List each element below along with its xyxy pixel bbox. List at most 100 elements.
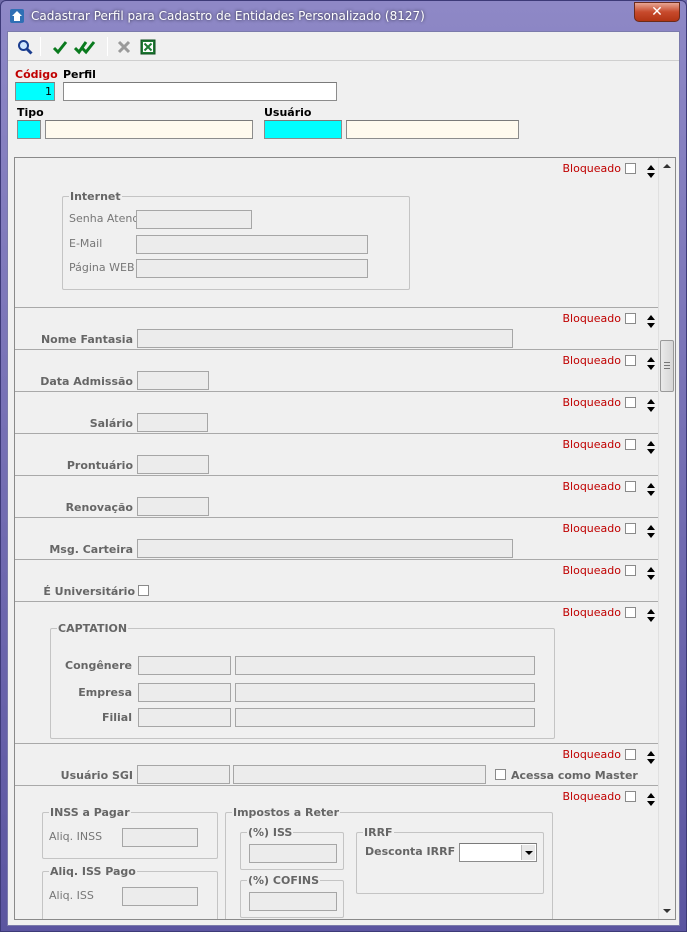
search-button[interactable]	[15, 37, 35, 57]
msg-carteira-field[interactable]	[137, 539, 513, 558]
move-up-icon[interactable]	[647, 357, 655, 362]
cofins-field[interactable]	[249, 892, 337, 911]
reorder-arrows[interactable]	[646, 749, 656, 767]
move-down-icon[interactable]	[647, 173, 655, 178]
blocked-toggle[interactable]: Bloqueado	[562, 162, 636, 175]
reorder-arrows[interactable]	[646, 481, 656, 499]
blocked-checkbox[interactable]	[625, 565, 636, 576]
senha-field[interactable]	[136, 210, 252, 229]
scroll-down-icon[interactable]	[663, 909, 671, 913]
move-down-icon[interactable]	[647, 407, 655, 412]
blocked-toggle[interactable]: Bloqueado	[562, 480, 636, 493]
move-up-icon[interactable]	[647, 793, 655, 798]
usuario-sgi-name-field[interactable]	[233, 765, 486, 784]
blocked-checkbox[interactable]	[625, 397, 636, 408]
acessa-master-checkbox[interactable]	[495, 769, 506, 780]
move-down-icon[interactable]	[647, 617, 655, 622]
reorder-arrows[interactable]	[646, 565, 656, 583]
renovacao-field[interactable]	[137, 497, 209, 516]
move-down-icon[interactable]	[647, 449, 655, 454]
move-down-icon[interactable]	[647, 759, 655, 764]
scroll-up-icon[interactable]	[663, 164, 671, 168]
title-bar[interactable]: Cadastrar Perfil para Cadastro de Entida…	[1, 1, 686, 31]
blocked-toggle[interactable]: Bloqueado	[562, 438, 636, 451]
confirm-button[interactable]	[50, 37, 70, 57]
blocked-checkbox[interactable]	[625, 481, 636, 492]
move-down-icon[interactable]	[647, 533, 655, 538]
move-up-icon[interactable]	[647, 751, 655, 756]
move-up-icon[interactable]	[647, 525, 655, 530]
congenere-name-field[interactable]	[235, 656, 535, 675]
reorder-arrows[interactable]	[646, 397, 656, 415]
desconta-irrf-select[interactable]	[459, 843, 537, 862]
web-field[interactable]	[136, 259, 368, 278]
move-down-icon[interactable]	[647, 575, 655, 580]
aliq-inss-field[interactable]	[122, 828, 198, 847]
perfil-field[interactable]	[63, 82, 337, 101]
aliq-iss-field[interactable]	[122, 887, 198, 906]
blocked-toggle[interactable]: Bloqueado	[562, 564, 636, 577]
prontuario-field[interactable]	[137, 455, 209, 474]
move-down-icon[interactable]	[647, 491, 655, 496]
congenere-code-field[interactable]	[138, 656, 231, 675]
blocked-toggle[interactable]: Bloqueado	[562, 522, 636, 535]
salario-field[interactable]	[137, 413, 208, 432]
nome-fantasia-field[interactable]	[137, 329, 513, 348]
blocked-checkbox[interactable]	[625, 791, 636, 802]
email-field[interactable]	[136, 235, 368, 254]
blocked-checkbox[interactable]	[625, 607, 636, 618]
reorder-arrows[interactable]	[646, 439, 656, 457]
usuario-sgi-code-field[interactable]	[137, 765, 230, 784]
iss-field[interactable]	[249, 844, 337, 863]
reorder-arrows[interactable]	[646, 791, 656, 809]
fields-scroll-panel[interactable]: Bloqueado Internet Senha Atend. E-Mail P…	[14, 157, 676, 920]
blocked-checkbox[interactable]	[625, 355, 636, 366]
tipo-description-field[interactable]	[45, 120, 253, 139]
blocked-checkbox[interactable]	[625, 313, 636, 324]
filial-code-field[interactable]	[138, 708, 231, 727]
captation-group: CAPTATION Congênere Empresa Filial	[50, 622, 555, 739]
reorder-arrows[interactable]	[646, 523, 656, 541]
blocked-checkbox[interactable]	[625, 523, 636, 534]
move-up-icon[interactable]	[647, 567, 655, 572]
move-down-icon[interactable]	[647, 365, 655, 370]
move-up-icon[interactable]	[647, 315, 655, 320]
move-down-icon[interactable]	[647, 801, 655, 806]
usuario-code-field[interactable]	[264, 120, 342, 139]
chevron-down-icon[interactable]	[521, 845, 535, 860]
usuario-name-field[interactable]	[346, 120, 519, 139]
move-up-icon[interactable]	[647, 609, 655, 614]
cancel-button[interactable]	[114, 37, 134, 57]
prontuario-label: Prontuário	[66, 459, 133, 472]
filial-name-field[interactable]	[235, 708, 535, 727]
vertical-scrollbar[interactable]	[658, 158, 675, 919]
codigo-field[interactable]: 1	[15, 82, 55, 101]
excel-export-button[interactable]	[138, 37, 158, 57]
blocked-toggle[interactable]: Bloqueado	[562, 312, 636, 325]
move-up-icon[interactable]	[647, 165, 655, 170]
blocked-toggle[interactable]: Bloqueado	[562, 396, 636, 409]
reorder-arrows[interactable]	[646, 355, 656, 373]
close-button[interactable]: ✕	[634, 2, 680, 22]
move-up-icon[interactable]	[647, 483, 655, 488]
tipo-code-field[interactable]	[17, 120, 41, 139]
move-down-icon[interactable]	[647, 323, 655, 328]
reorder-arrows[interactable]	[646, 313, 656, 331]
data-admissao-field[interactable]	[137, 371, 209, 390]
blocked-toggle[interactable]: Bloqueado	[562, 748, 636, 761]
blocked-toggle[interactable]: Bloqueado	[562, 790, 636, 803]
blocked-checkbox[interactable]	[625, 439, 636, 450]
move-up-icon[interactable]	[647, 399, 655, 404]
reorder-arrows[interactable]	[646, 163, 656, 181]
confirm-all-button[interactable]	[73, 37, 97, 57]
blocked-checkbox[interactable]	[625, 749, 636, 760]
empresa-code-field[interactable]	[138, 683, 231, 702]
blocked-toggle[interactable]: Bloqueado	[562, 606, 636, 619]
reorder-arrows[interactable]	[646, 607, 656, 625]
universitario-checkbox[interactable]	[138, 585, 149, 596]
blocked-checkbox[interactable]	[625, 163, 636, 174]
blocked-toggle[interactable]: Bloqueado	[562, 354, 636, 367]
empresa-name-field[interactable]	[235, 683, 535, 702]
move-up-icon[interactable]	[647, 441, 655, 446]
scroll-thumb[interactable]	[660, 340, 674, 392]
